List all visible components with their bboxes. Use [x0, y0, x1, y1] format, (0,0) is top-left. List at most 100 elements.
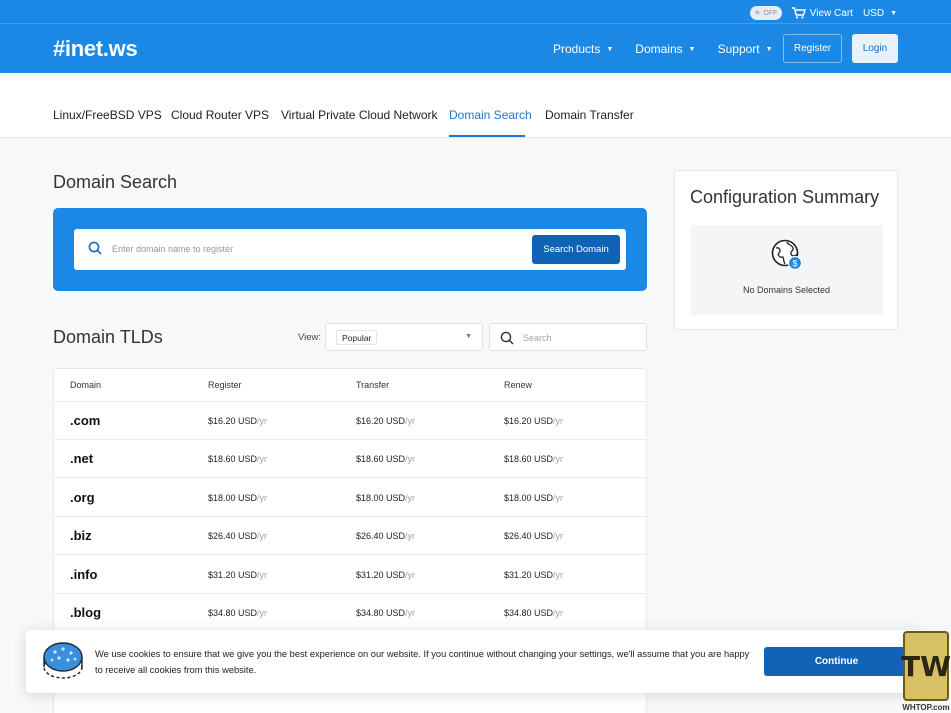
login-button[interactable]: Login	[852, 34, 898, 63]
whtop-site-label: WHTOP.com	[902, 703, 950, 712]
price-value: $16.20 USD	[208, 416, 258, 426]
domain-search-title: Domain Search	[53, 172, 178, 192]
configuration-summary-panel: $ No Domains Selected	[690, 225, 883, 315]
sun-icon: ☀	[754, 10, 761, 17]
site-logo[interactable]: #inet.ws	[53, 36, 138, 62]
register-price: $18.00 USD/yr	[208, 493, 267, 503]
view-select[interactable]: Popular ▼	[325, 323, 483, 351]
price-value: $34.80 USD	[208, 608, 258, 618]
table-row: .com $16.20 USD/yr $16.20 USD/yr $16.20 USD…	[54, 402, 646, 440]
price-value: $26.40 USD	[356, 531, 406, 542]
caret-down-icon: ▼	[890, 9, 897, 17]
tld-name: .com	[70, 413, 101, 428]
domain-search-placeholder: Enter domain name to register	[112, 244, 234, 254]
price-period: /yr	[405, 492, 416, 503]
currency-selector[interactable]: USD ▼	[863, 8, 897, 19]
whtop-logo: TW	[901, 631, 951, 701]
price-period: /yr	[405, 531, 416, 542]
price-period: /yr	[257, 454, 268, 465]
view-cart-label: View Cart	[809, 7, 853, 19]
search-domain-button[interactable]: Search Domain	[532, 235, 620, 264]
tab-domain-transfer[interactable]: Domain Transfer	[545, 108, 634, 122]
price-value: $18.60 USD	[208, 454, 258, 465]
price-period: /yr	[553, 416, 564, 426]
tld-search-input[interactable]: Search	[489, 323, 647, 351]
caret-down-icon: ▼	[688, 45, 696, 53]
configuration-summary: Configuration Summary $ No Domains Selec…	[674, 170, 898, 330]
whtop-watermark: TW WHTOP.com	[901, 631, 951, 713]
table-row: .org $18.00 USD/yr $18.00 USD/yr $18.00 USD…	[54, 479, 646, 517]
globe-icon: $	[771, 239, 803, 271]
renew-price: $18.60 USD/yr	[504, 454, 563, 464]
tld-name: .net	[70, 451, 94, 467]
topbar-divider	[0, 23, 951, 24]
view-label: View:	[298, 332, 322, 343]
renew-price: $18.00 USD/yr	[504, 493, 563, 503]
price-period: /yr	[257, 416, 268, 426]
active-tab-indicator	[449, 135, 525, 137]
price-value: $26.40 USD	[504, 531, 554, 542]
site-header: ☀ OFF View Cart USD ▼ #inet.ws Products …	[0, 0, 951, 73]
nav-support[interactable]: Support ▼	[718, 42, 773, 56]
price-value: $34.80 USD	[504, 608, 554, 618]
theme-toggle[interactable]: ☀ OFF	[749, 6, 782, 20]
price-period: /yr	[257, 569, 268, 580]
price-period: /yr	[553, 492, 564, 503]
configuration-summary-title: Configuration Summary	[690, 187, 880, 207]
column-header-register: Register	[208, 380, 242, 390]
price-value: $18.00 USD	[356, 492, 406, 503]
table-row: .blog $34.80 USD/yr $34.80 USD/yr $34.80 US…	[54, 594, 646, 632]
domain-search-field[interactable]: Enter domain name to register Search Dom…	[74, 229, 626, 270]
tld-name: .org	[70, 489, 95, 505]
transfer-price: $34.80 USD/yr	[356, 608, 415, 618]
cookie-notice-text: We use cookies to ensure that we give yo…	[95, 649, 750, 675]
price-period: /yr	[257, 492, 268, 503]
price-value: $26.40 USD	[208, 531, 258, 542]
table-row: .info $31.20 USD/yr $31.20 USD/yr $31.20 US…	[54, 556, 646, 594]
no-domains-selected-text: No Domains Selected	[742, 285, 831, 295]
cookie-continue-button[interactable]: Continue	[764, 647, 909, 676]
price-value: $18.00 USD	[504, 492, 554, 503]
cookie-banner: We use cookies to ensure that we give yo…	[26, 630, 925, 693]
search-icon	[88, 241, 102, 255]
svg-text:$: $	[792, 259, 797, 269]
topbar: ☀ OFF View Cart USD ▼	[749, 4, 951, 22]
register-button[interactable]: Register	[783, 34, 842, 63]
nav-products[interactable]: Products ▼	[553, 42, 613, 56]
register-price: $18.60 USD/yr	[208, 454, 267, 464]
caret-down-icon: ▼	[465, 333, 472, 340]
price-period: /yr	[405, 454, 416, 465]
nav-domains[interactable]: Domains ▼	[635, 42, 695, 56]
price-value: $34.80 USD	[356, 608, 406, 618]
column-header-transfer: Transfer	[356, 380, 390, 390]
cookie-icon	[43, 642, 83, 679]
price-period: /yr	[553, 569, 564, 580]
tab-virtual-private-cloud-network[interactable]: Virtual Private Cloud Network	[281, 108, 438, 122]
toggle-label: OFF	[763, 9, 778, 17]
nav-products-label: Products	[553, 42, 601, 56]
transfer-price: $18.00 USD/yr	[356, 493, 415, 503]
price-period: /yr	[405, 416, 416, 426]
price-period: /yr	[553, 454, 564, 465]
price-value: $31.20 USD	[208, 569, 258, 580]
tab-linux-freebsd-vps[interactable]: Linux/FreeBSD VPS	[53, 108, 162, 122]
price-period: /yr	[405, 608, 416, 618]
view-selected-value: Popular	[336, 330, 378, 345]
price-value: $31.20 USD	[356, 569, 406, 580]
view-cart-link[interactable]: View Cart	[791, 7, 853, 19]
table-header: Domain Register Transfer Renew	[54, 369, 646, 402]
cart-icon	[791, 7, 806, 19]
price-period: /yr	[405, 569, 416, 580]
transfer-price: $18.60 USD/yr	[356, 454, 415, 464]
tld-search-placeholder: Search	[523, 333, 552, 343]
renew-price: $16.20 USD/yr	[504, 416, 563, 426]
register-price: $26.40 USD/yr	[208, 531, 267, 541]
tab-cloud-router-vps[interactable]: Cloud Router VPS	[171, 108, 269, 122]
renew-price: $34.80 USD/yr	[504, 608, 563, 618]
sub-nav: Linux/FreeBSD VPS Cloud Router VPS Virtu…	[0, 73, 951, 138]
domain-search-panel: Enter domain name to register Search Dom…	[53, 208, 647, 291]
price-period: /yr	[257, 608, 268, 618]
tab-domain-search[interactable]: Domain Search	[449, 108, 532, 122]
tld-name: .biz	[70, 528, 92, 544]
price-period: /yr	[553, 608, 564, 618]
